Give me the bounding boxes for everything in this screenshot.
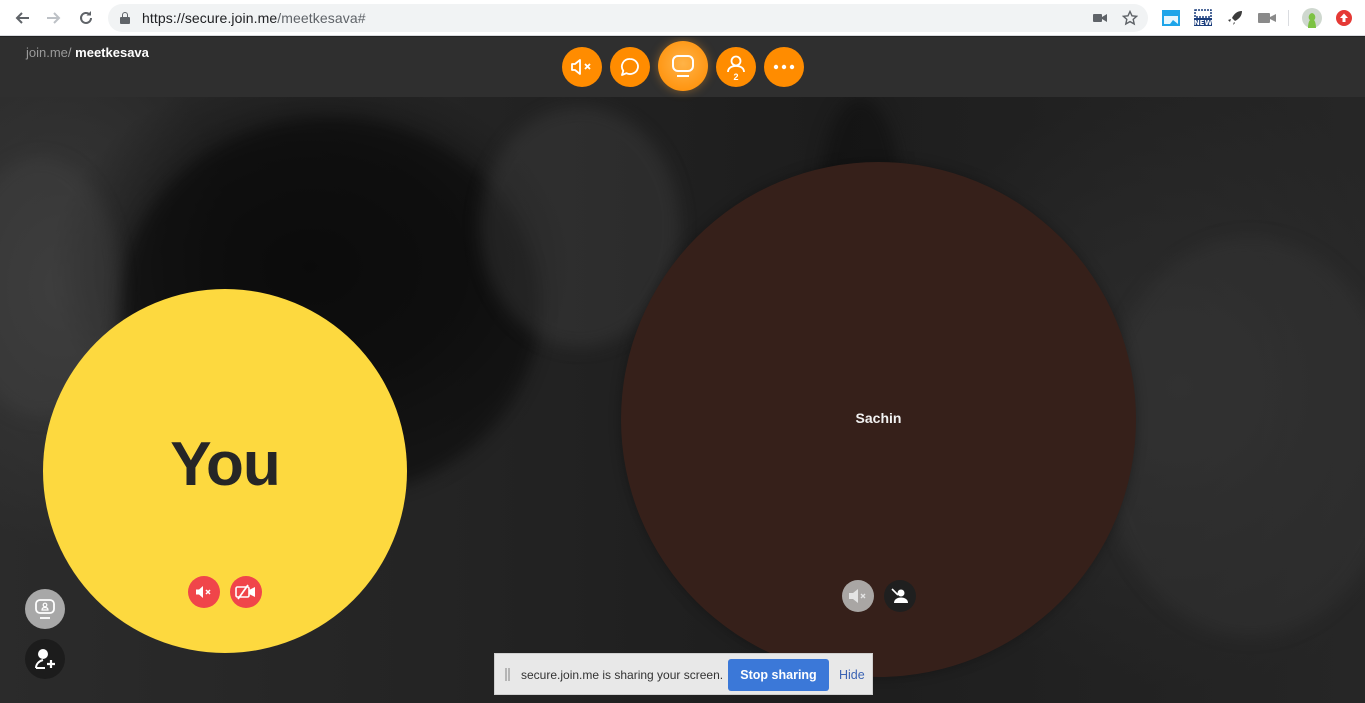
profile-avatar-icon[interactable] <box>1302 8 1322 28</box>
participant-name: You <box>170 430 281 499</box>
svg-text:2: 2 <box>733 72 738 81</box>
speaker-muted-icon <box>849 589 866 603</box>
screen-sharing-banner: secure.join.me is sharing your screen. S… <box>494 653 873 695</box>
speaker-muted-icon <box>571 59 591 75</box>
unmute-microphone-button[interactable] <box>188 576 220 608</box>
url-text: https://secure.join.me/meetkesava# <box>142 10 366 26</box>
participant-controls <box>188 576 268 608</box>
hide-banner-link[interactable]: Hide <box>839 668 865 682</box>
presenter-view-button[interactable] <box>25 589 65 629</box>
browser-toolbar: https://secure.join.me/meetkesava# NEW <box>0 0 1365 36</box>
video-extension-icon[interactable] <box>1257 8 1277 28</box>
person-slash-icon <box>891 588 908 603</box>
meeting-stage: join.me/ meetkesava 2 You Sachin secure.… <box>0 37 1365 703</box>
sharing-message: secure.join.me is sharing your screen. <box>521 668 724 682</box>
svg-text:NEW: NEW <box>1194 19 1212 27</box>
participant-tile-you: You <box>43 289 407 653</box>
reload-button[interactable] <box>74 6 98 30</box>
back-icon <box>15 12 29 24</box>
participant-tile-sachin: Sachin <box>621 162 1136 677</box>
lock-icon <box>120 12 130 24</box>
camera-icon[interactable] <box>1092 10 1108 26</box>
window-extension-icon[interactable] <box>1161 8 1181 28</box>
drag-handle[interactable] <box>505 668 510 681</box>
forward-button[interactable] <box>42 6 66 30</box>
participants-button[interactable]: 2 <box>716 47 756 87</box>
more-options-button[interactable] <box>764 47 804 87</box>
toolbar-separator <box>1288 10 1289 26</box>
chat-button[interactable] <box>610 47 650 87</box>
forward-icon <box>47 12 61 24</box>
participant-controls <box>842 580 922 612</box>
star-icon[interactable] <box>1122 10 1138 26</box>
rocket-extension-icon[interactable] <box>1225 8 1245 28</box>
stop-sharing-button[interactable]: Stop sharing <box>728 659 829 691</box>
chat-bubble-icon <box>621 58 639 76</box>
more-dots-icon <box>773 64 795 70</box>
screen-share-button[interactable] <box>658 41 708 91</box>
address-bar[interactable]: https://secure.join.me/meetkesava# <box>108 4 1148 32</box>
camera-off-button[interactable] <box>230 576 262 608</box>
monitor-icon <box>672 55 694 77</box>
monitor-person-icon <box>35 599 55 619</box>
invite-participant-button[interactable] <box>25 639 65 679</box>
participant-muted-indicator[interactable] <box>842 580 874 612</box>
new-extension-icon[interactable]: NEW <box>1193 8 1213 28</box>
add-person-icon <box>35 649 55 669</box>
red-update-icon[interactable] <box>1334 8 1354 28</box>
background-photo-fur <box>1100 237 1365 637</box>
meeting-toolbar: 2 <box>0 41 1365 91</box>
person-icon: 2 <box>727 55 745 81</box>
participant-video-unavailable[interactable] <box>884 580 916 612</box>
camera-off-icon <box>235 584 255 600</box>
reload-icon <box>80 11 92 24</box>
participant-name: Sachin <box>855 410 902 426</box>
speaker-muted-icon <box>196 586 211 598</box>
back-button[interactable] <box>10 6 34 30</box>
mute-audio-button[interactable] <box>562 47 602 87</box>
